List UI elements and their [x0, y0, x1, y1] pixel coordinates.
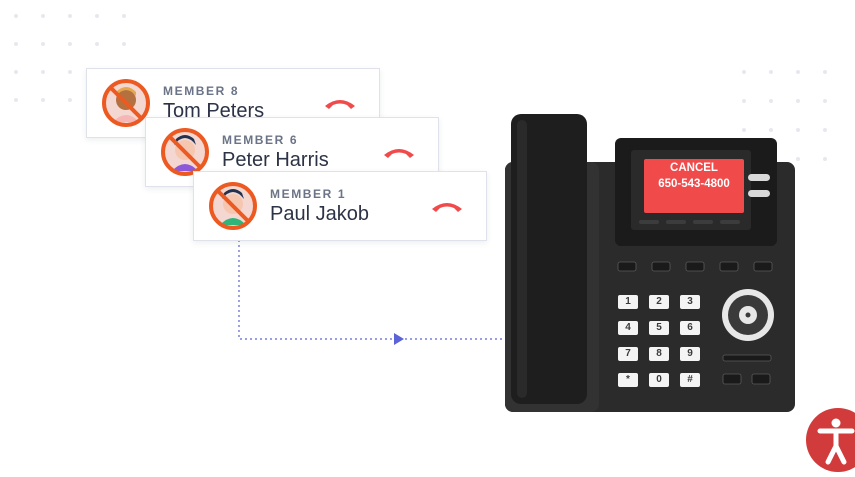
hangup-icon[interactable]: [323, 96, 357, 110]
desk-phone: [505, 114, 795, 412]
accessibility-button[interactable]: [806, 408, 855, 472]
keypad-key[interactable]: 4: [618, 321, 638, 335]
blocked-avatar-icon: [102, 79, 150, 127]
member-role: MEMBER 6: [222, 133, 299, 147]
accessibility-icon: [817, 418, 855, 465]
phone-display-text: CANCEL 650-543-4800: [644, 160, 744, 192]
keypad-key[interactable]: 9: [680, 347, 700, 361]
member-card[interactable]: MEMBER 1 Paul Jakob: [193, 171, 487, 241]
keypad-key[interactable]: 2: [649, 295, 669, 309]
hangup-icon[interactable]: [382, 145, 416, 159]
blocked-avatar-icon: [161, 128, 209, 176]
keypad-key[interactable]: 5: [649, 321, 669, 335]
keypad-key[interactable]: 3: [680, 295, 700, 309]
member-name: Peter Harris: [222, 149, 329, 171]
member-role: MEMBER 1: [270, 187, 347, 201]
hangup-icon[interactable]: [430, 199, 464, 213]
keypad-key[interactable]: #: [680, 373, 700, 387]
keypad-key[interactable]: 7: [618, 347, 638, 361]
keypad-key[interactable]: 8: [649, 347, 669, 361]
keypad-key[interactable]: 0: [649, 373, 669, 387]
member-name: Paul Jakob: [270, 203, 369, 225]
display-line-2: 650-543-4800: [658, 178, 730, 190]
member-role: MEMBER 8: [163, 84, 240, 98]
keypad-key[interactable]: 1: [618, 295, 638, 309]
blocked-avatar-icon: [209, 182, 257, 230]
display-line-1: CANCEL: [670, 162, 718, 174]
keypad-key[interactable]: *: [618, 373, 638, 387]
connector-arrow-icon: [394, 333, 404, 345]
keypad-key[interactable]: 6: [680, 321, 700, 335]
